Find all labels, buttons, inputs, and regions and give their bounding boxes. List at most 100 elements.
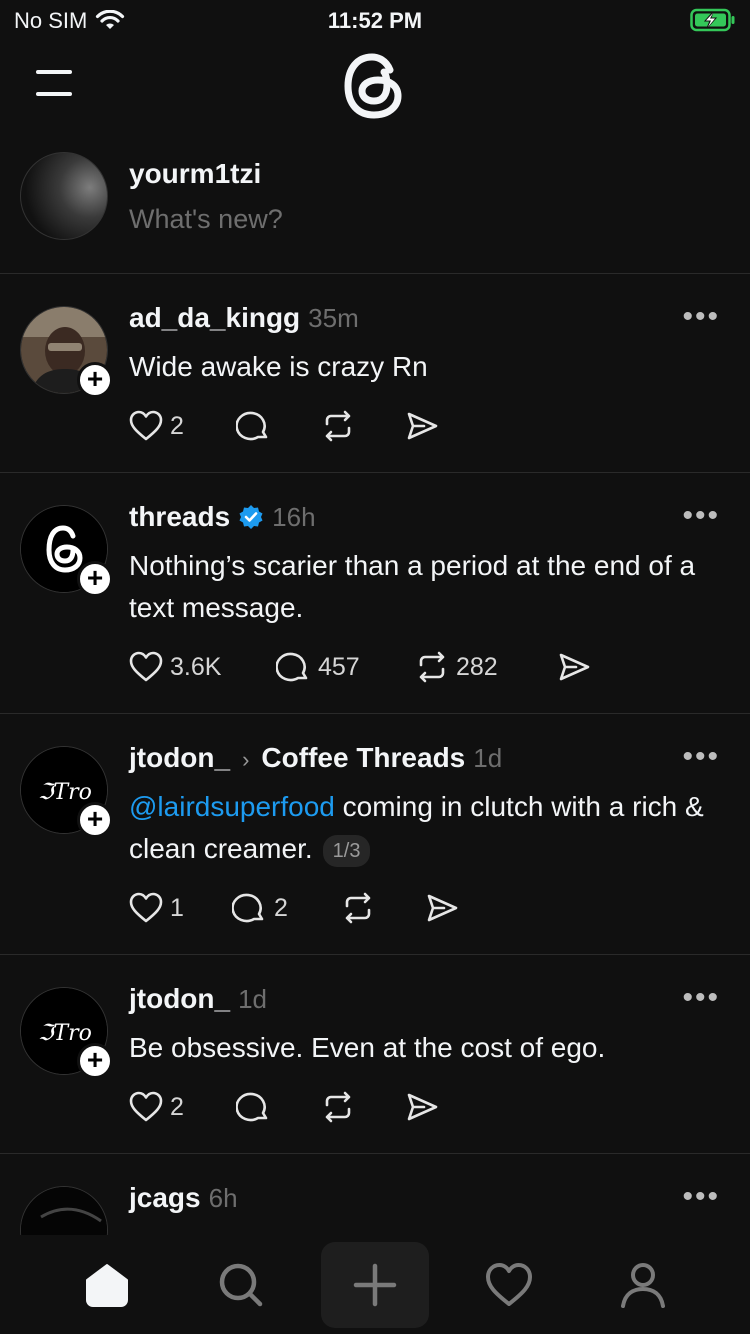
like-count: 2 <box>170 1092 184 1121</box>
more-options-icon[interactable]: ••• <box>682 1180 720 1214</box>
follow-button[interactable]: + <box>77 802 113 838</box>
like-button[interactable]: 1 <box>128 890 232 926</box>
post-text: Nothing’s scarier than a period at the e… <box>129 550 696 623</box>
send-icon <box>407 412 438 440</box>
share-button[interactable] <box>404 408 440 444</box>
like-button[interactable]: 3.6K <box>128 649 276 685</box>
repost-button[interactable] <box>340 890 424 926</box>
mention-link[interactable]: @lairdsuperfood <box>129 791 335 822</box>
repost-icon <box>419 651 445 683</box>
tab-compose[interactable] <box>321 1242 429 1328</box>
media-pager-badge: 1/3 <box>322 834 371 867</box>
repost-count: 282 <box>456 652 498 681</box>
like-button[interactable]: 2 <box>128 408 236 444</box>
profile-icon <box>621 1263 665 1308</box>
home-icon <box>86 1264 128 1307</box>
repost-button[interactable] <box>320 1089 404 1125</box>
post-text: Be obsessive. Even at the cost of ego. <box>129 1032 606 1063</box>
menu-icon[interactable] <box>36 68 76 100</box>
avatar-monogram: ℑTro <box>38 1021 92 1046</box>
my-avatar[interactable] <box>20 152 108 240</box>
post-username[interactable]: jcags <box>129 1182 201 1214</box>
verified-badge-icon <box>239 505 263 529</box>
bottom-tab-bar <box>0 1235 750 1334</box>
send-icon <box>407 1093 438 1121</box>
tab-profile[interactable] <box>609 1251 677 1319</box>
reply-count: 457 <box>318 652 360 681</box>
heart-icon <box>129 651 163 682</box>
feed-post[interactable]: + threads 16h ••• Nothing’s scarier than… <box>0 473 750 714</box>
post-header: jtodon_ 1d <box>129 983 267 1015</box>
tab-search[interactable] <box>207 1251 275 1319</box>
composer-username: yourm1tzi <box>129 158 262 189</box>
feed-post[interactable]: ℑTro + jtodon_ › Coffee Threads 1d ••• @… <box>0 714 750 955</box>
post-time: 1d <box>238 984 268 1014</box>
heart-icon <box>129 892 163 923</box>
repost-icon <box>325 410 351 442</box>
plus-icon <box>353 1263 397 1307</box>
reply-icon <box>232 893 264 923</box>
repost-button[interactable]: 282 <box>414 649 556 685</box>
post-actions: 1 2 <box>128 888 460 928</box>
repost-icon <box>345 892 371 924</box>
like-count: 1 <box>170 893 184 922</box>
search-icon <box>219 1263 263 1307</box>
post-actions: 3.6K 457 282 <box>128 647 592 687</box>
like-count: 3.6K <box>170 652 222 681</box>
follow-button[interactable]: + <box>77 362 113 398</box>
post-header: threads 16h <box>129 501 316 533</box>
send-icon <box>427 894 458 922</box>
composer-placeholder[interactable]: What's new? <box>129 204 283 235</box>
status-bar: No SIM 11:52 PM <box>0 0 750 40</box>
reply-button[interactable]: 457 <box>276 649 414 685</box>
reply-button[interactable] <box>236 408 320 444</box>
post-time: 6h <box>208 1183 238 1213</box>
post-header: ad_da_kingg 35m <box>129 302 359 334</box>
share-button[interactable] <box>556 649 592 685</box>
more-options-icon[interactable]: ••• <box>682 499 720 533</box>
more-options-icon[interactable]: ••• <box>682 740 720 774</box>
community-name[interactable]: Coffee Threads <box>261 742 465 774</box>
post-username[interactable]: jtodon_ <box>129 742 230 774</box>
reply-button[interactable] <box>236 1089 320 1125</box>
post-username[interactable]: jtodon_ <box>129 983 230 1015</box>
new-thread-composer[interactable]: yourm1tzi What's new? <box>0 140 750 274</box>
post-username[interactable]: ad_da_kingg <box>129 302 300 334</box>
threads-logo-icon[interactable] <box>340 50 410 122</box>
post-header: jtodon_ › Coffee Threads 1d <box>129 742 502 774</box>
avatar-monogram: ℑTro <box>38 780 92 805</box>
follow-button[interactable]: + <box>77 1043 113 1079</box>
reply-icon <box>236 1092 268 1122</box>
more-options-icon[interactable]: ••• <box>682 981 720 1015</box>
share-button[interactable] <box>404 1089 440 1125</box>
reply-count: 2 <box>274 893 288 922</box>
repost-icon <box>325 1091 351 1123</box>
tab-home[interactable] <box>73 1251 141 1319</box>
post-header: jcags 6h <box>129 1182 238 1214</box>
tab-activity[interactable] <box>475 1251 543 1319</box>
feed-post[interactable]: jcags 6h ••• <box>0 1154 750 1235</box>
post-text: @lairdsuperfood coming in clutch with a … <box>129 786 719 870</box>
send-icon <box>559 653 590 681</box>
reply-button[interactable]: 2 <box>232 890 340 926</box>
reply-icon <box>276 652 308 682</box>
like-button[interactable]: 2 <box>128 1089 236 1125</box>
feed-post[interactable]: ℑTro + jtodon_ 1d ••• Be obsessive. Even… <box>0 955 750 1154</box>
post-time: 35m <box>308 303 359 333</box>
avatar[interactable] <box>20 1186 108 1235</box>
more-options-icon[interactable]: ••• <box>682 300 720 334</box>
share-button[interactable] <box>424 890 460 926</box>
top-nav <box>0 40 750 135</box>
chevron-right-icon: › <box>242 747 250 772</box>
feed-post[interactable]: + ad_da_kingg 35m ••• Wide awake is craz… <box>0 274 750 473</box>
heart-icon <box>129 1091 163 1122</box>
heart-icon <box>129 410 163 441</box>
follow-button[interactable]: + <box>77 561 113 597</box>
post-time: 16h <box>272 502 316 532</box>
post-time: 1d <box>473 743 503 773</box>
post-actions: 2 <box>128 1087 440 1127</box>
heart-icon <box>486 1263 532 1306</box>
post-username[interactable]: threads <box>129 501 230 533</box>
repost-button[interactable] <box>320 408 404 444</box>
post-actions: 2 <box>128 406 440 446</box>
